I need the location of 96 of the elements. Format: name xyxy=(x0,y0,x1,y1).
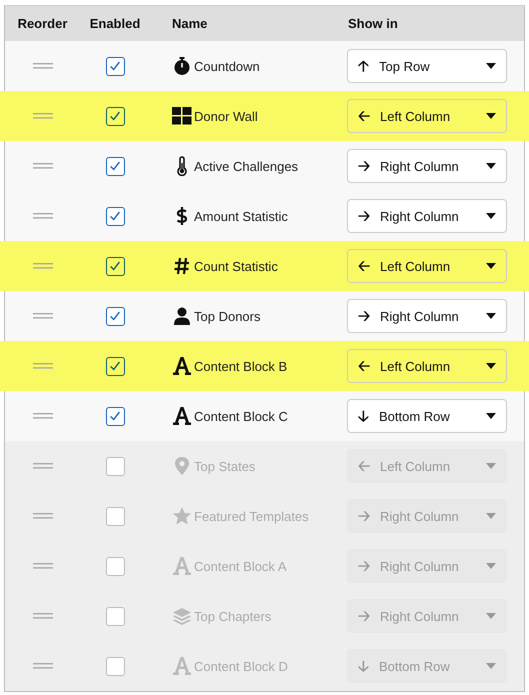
caret-icon xyxy=(486,313,496,319)
checkbox[interactable] xyxy=(106,106,124,126)
drag-handle-icon[interactable] xyxy=(32,513,52,519)
placement-dropdown[interactable]: 🡠 Left Column xyxy=(347,349,507,383)
widget-name: Amount Statistic xyxy=(194,208,288,224)
arrow-icon: 🡢 xyxy=(358,308,370,324)
caret-icon xyxy=(486,413,496,419)
placement-dropdown[interactable]: 🡢 Right Column xyxy=(347,199,507,233)
check-icon xyxy=(108,359,122,373)
arrow-icon: 🡢 xyxy=(358,608,370,624)
arrow-icon: 🡣 xyxy=(358,658,369,674)
check-icon xyxy=(108,409,122,423)
drag-handle-icon[interactable] xyxy=(32,163,52,169)
arrow-icon: 🡢 xyxy=(358,158,370,174)
column-header: Enabled xyxy=(90,16,140,31)
widget-name: Content Block A xyxy=(194,558,286,574)
arrow-icon: 🡠 xyxy=(358,258,370,274)
arrow-icon: 🡡 xyxy=(358,58,369,74)
drag-handle-icon[interactable] xyxy=(32,113,52,119)
widget-name: Donor Wall xyxy=(194,108,258,124)
checkbox[interactable] xyxy=(106,306,124,326)
widget-name: Countdown xyxy=(194,58,260,74)
arrow-icon: 🡣 xyxy=(358,408,369,424)
widget-name: Active Challenges xyxy=(194,158,298,174)
drag-handle-icon[interactable] xyxy=(32,363,52,369)
drag-handle-icon[interactable] xyxy=(32,463,52,469)
placement-dropdown[interactable]: 🡠 Left Column xyxy=(347,249,507,283)
check-icon xyxy=(108,259,122,273)
checkbox[interactable] xyxy=(106,606,124,626)
placement-dropdown[interactable]: 🡡 Top Row xyxy=(347,49,507,83)
caret-icon xyxy=(486,363,496,369)
placement-dropdown[interactable]: 🡢 Right Column xyxy=(347,299,507,333)
caret-icon xyxy=(486,513,496,519)
arrow-icon: 🡠 xyxy=(358,108,370,124)
letter-icon xyxy=(172,556,192,576)
caret-icon xyxy=(486,263,496,269)
check-icon xyxy=(108,159,122,173)
widget-name: Top Chapters xyxy=(194,608,272,624)
caret-icon xyxy=(486,663,496,669)
caret-icon xyxy=(486,213,496,219)
caret-icon xyxy=(486,563,496,569)
checkbox[interactable] xyxy=(106,656,124,676)
person-icon xyxy=(172,306,192,326)
widget-name: Count Statistic xyxy=(194,258,278,274)
checkbox[interactable] xyxy=(106,506,124,526)
drag-handle-icon[interactable] xyxy=(32,613,52,619)
checkbox[interactable] xyxy=(106,356,124,376)
drag-handle-icon[interactable] xyxy=(32,63,52,69)
drag-handle-icon[interactable] xyxy=(32,263,52,269)
checkbox[interactable] xyxy=(106,156,124,176)
column-header: Reorder xyxy=(18,16,68,31)
stopwatch-icon xyxy=(172,56,192,76)
placement-dropdown[interactable]: 🡣 Bottom Row xyxy=(347,399,507,433)
placement-dropdown[interactable]: 🡢 Right Column xyxy=(347,149,507,183)
caret-icon xyxy=(486,163,496,169)
widget-name: Top States xyxy=(194,458,256,474)
check-icon xyxy=(108,109,122,123)
checkbox[interactable] xyxy=(106,256,124,276)
drag-handle-icon[interactable] xyxy=(32,213,52,219)
arrow-icon: 🡢 xyxy=(358,208,370,224)
widget-name: Top Donors xyxy=(194,308,260,324)
letter-icon xyxy=(172,406,192,426)
grid-icon xyxy=(172,106,192,126)
caret-icon xyxy=(486,113,496,119)
checkbox[interactable] xyxy=(106,406,124,426)
check-icon xyxy=(108,209,122,223)
star-icon xyxy=(172,506,192,526)
arrow-icon: 🡠 xyxy=(358,358,370,374)
widget-name: Content Block C xyxy=(194,408,288,424)
letter-icon xyxy=(172,656,192,676)
check-icon xyxy=(108,59,122,73)
column-header: Show in xyxy=(347,16,399,31)
column-header: Name xyxy=(171,16,208,31)
drag-handle-icon[interactable] xyxy=(32,413,52,419)
layers-icon xyxy=(172,606,192,626)
checkbox[interactable] xyxy=(106,206,124,226)
widget-name: Featured Templates xyxy=(194,508,309,524)
drag-handle-icon[interactable] xyxy=(32,563,52,569)
drag-handle-icon[interactable] xyxy=(32,313,52,319)
widget-name: Content Block D xyxy=(194,658,288,674)
placement-dropdown[interactable]: 🡠 Left Column xyxy=(347,99,507,133)
check-icon xyxy=(108,309,122,323)
widget-name: Content Block B xyxy=(194,358,288,374)
caret-icon xyxy=(486,63,496,69)
drag-handle-icon[interactable] xyxy=(32,663,52,669)
arrow-icon: 🡠 xyxy=(358,458,370,474)
arrow-icon: 🡢 xyxy=(358,508,370,524)
hash-icon xyxy=(172,256,192,276)
caret-icon xyxy=(486,463,496,469)
map-marker-icon xyxy=(172,456,192,476)
arrow-icon: 🡢 xyxy=(358,558,370,574)
checkbox[interactable] xyxy=(106,56,124,76)
letter-icon xyxy=(172,356,192,376)
caret-icon xyxy=(486,613,496,619)
checkbox[interactable] xyxy=(106,456,124,476)
checkbox[interactable] xyxy=(106,556,124,576)
